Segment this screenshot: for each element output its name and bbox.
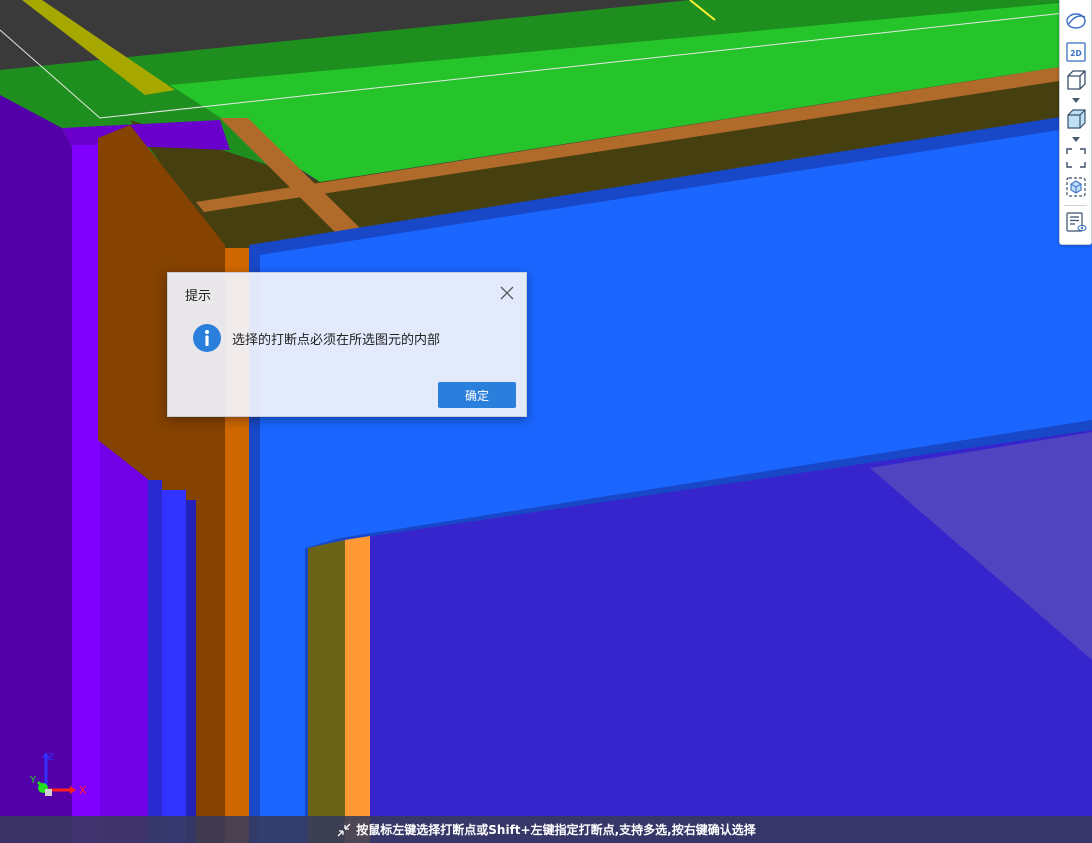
close-icon[interactable] (500, 285, 514, 300)
svg-text:Z: Z (48, 753, 54, 763)
3d-viewport[interactable] (0, 0, 1092, 843)
status-bar: 按鼠标左键选择打断点或Shift+左键指定打断点,支持多选,按右键确认选择 (0, 816, 1092, 843)
break-point-icon (337, 823, 351, 836)
toolbar-divider (1064, 205, 1087, 206)
dialog-message: 选择的打断点必须在所选图元的内部 (232, 333, 441, 348)
ok-button[interactable]: 确定 (438, 382, 516, 408)
chevron-down-icon[interactable] (1063, 96, 1088, 104)
dialog-title: 提示 (185, 289, 212, 304)
view-2d-icon[interactable]: 2D (1063, 41, 1088, 63)
zoom-selection-icon[interactable] (1063, 176, 1088, 198)
wireframe-cube-icon[interactable] (1063, 69, 1088, 91)
status-text: 按鼠标左键选择打断点或Shift+左键指定打断点,支持多选,按右键确认选择 (356, 823, 756, 837)
axis-gizmo: Z Y X (28, 750, 92, 802)
chevron-down-icon[interactable] (1063, 135, 1088, 143)
svg-text:2D: 2D (1070, 49, 1081, 58)
zoom-extents-icon[interactable] (1063, 147, 1088, 169)
view-toolbar: 2D (1059, 0, 1092, 245)
svg-text:Y: Y (29, 775, 37, 786)
info-icon (193, 324, 221, 352)
svg-text:X: X (79, 784, 87, 797)
display-settings-icon[interactable] (1063, 211, 1088, 233)
model-scene (0, 0, 1092, 843)
orbit-icon[interactable] (1063, 10, 1088, 32)
info-dialog: 提示 选择的打断点必须在所选图元的内部 确定 (167, 272, 527, 417)
solid-cube-icon[interactable] (1063, 108, 1088, 130)
